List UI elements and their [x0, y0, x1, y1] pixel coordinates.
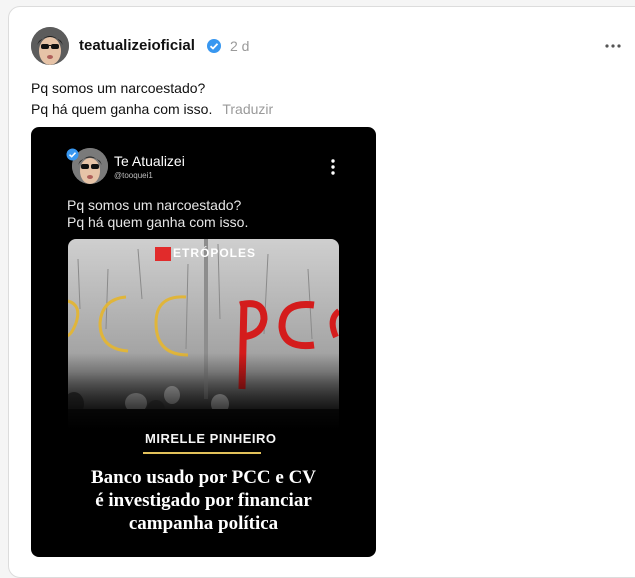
embedded-name: Te Atualizei — [114, 153, 185, 169]
news-author: MIRELLE PINHEIRO — [145, 431, 277, 446]
headline-line: campanha política — [128, 513, 279, 534]
caption-line-2: Pq há quem ganha com isso. Traduzir — [31, 101, 273, 117]
username[interactable]: teatualizeioficial — [79, 37, 195, 54]
caption-text: Pq há quem ganha com isso. — [31, 101, 213, 117]
post-timestamp[interactable]: 2 d — [230, 38, 249, 54]
translate-link[interactable]: Traduzir — [222, 101, 273, 117]
embedded-handle: @tooquei1 — [114, 171, 153, 180]
embedded-more-icon — [331, 159, 335, 175]
post-media[interactable]: Te Atualizei @tooquei1 Pq somos um narco… — [31, 127, 376, 557]
author-underline — [143, 452, 261, 454]
brand-logo-icon — [155, 246, 171, 261]
author-avatar[interactable] — [31, 27, 69, 65]
brand-name: ETRÓPOLES — [173, 246, 257, 260]
embedded-text-line: Pq somos um narcoestado? — [67, 197, 242, 213]
news-photo — [68, 239, 339, 429]
embedded-verified-icon — [66, 148, 79, 161]
news-brand: ETRÓPOLES — [155, 246, 256, 261]
more-options-icon[interactable] — [603, 38, 623, 54]
embedded-text-line: Pq há quem ganha com isso. — [67, 214, 249, 230]
verified-icon — [207, 39, 221, 53]
caption-line: Pq somos um narcoestado? — [31, 80, 206, 96]
headline-line: Banco usado por PCC e CV — [90, 467, 317, 488]
headline-line: é investigado por financiar — [95, 490, 312, 511]
